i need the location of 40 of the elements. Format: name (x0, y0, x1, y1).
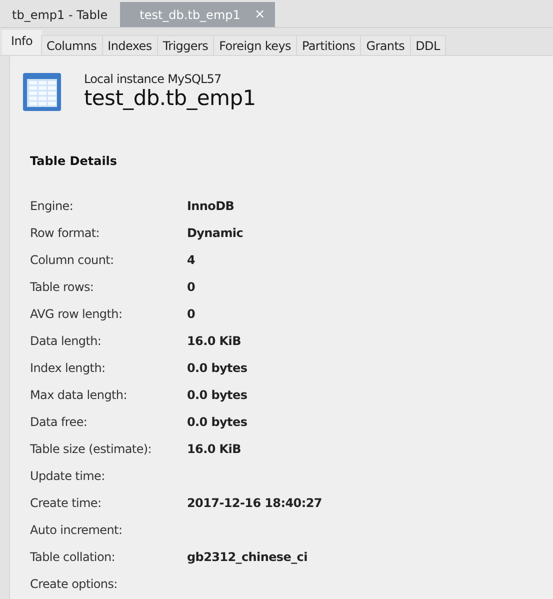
field-label: AVG row length: (30, 306, 124, 323)
field-label: Auto increment: (30, 522, 124, 539)
tab[interactable]: Grants (360, 35, 411, 55)
field-label: Update time: (30, 468, 106, 485)
field-label: Table collation: (30, 549, 116, 566)
field-value: gb2312_chinese_ci (187, 549, 308, 566)
field-label: Row format: (30, 225, 101, 242)
field-label: Data length: (30, 333, 102, 350)
field-label: Data free: (30, 414, 88, 431)
field-value: 16.0 KiB (187, 333, 242, 350)
field-label: Column count: (30, 252, 115, 269)
table-name: test_db.tb_emp1 (84, 86, 256, 110)
field-value: 0 (187, 306, 196, 323)
tab[interactable]: Triggers (156, 35, 214, 55)
field-value: 0.0 bytes (187, 360, 248, 377)
section-title: Table Details (30, 154, 118, 168)
field-label: Index length: (30, 360, 106, 377)
tab[interactable]: Indexes (102, 35, 158, 55)
tab[interactable]: Info (2, 30, 42, 55)
field-label: Table rows: (30, 279, 95, 296)
connection-label: Local instance MySQL57 (84, 72, 222, 86)
table-icon (22, 72, 62, 112)
field-value: 4 (187, 252, 196, 269)
field-value: 0 (187, 279, 196, 296)
tab[interactable]: Partitions (296, 35, 362, 55)
field-value: 16.0 KiB (187, 441, 242, 458)
field-label: Create time: (30, 495, 102, 512)
field-value: 0.0 bytes (187, 414, 248, 431)
tab[interactable]: Columns (40, 35, 103, 55)
field-label: Create options: (30, 576, 118, 593)
field-label: Engine: (30, 198, 74, 215)
field-label: Max data length: (30, 387, 128, 404)
field-value: 0.0 bytes (187, 387, 248, 404)
field-label: Table size (estimate): (30, 441, 153, 458)
tab[interactable]: DDL (410, 35, 446, 55)
field-value: InnoDB (187, 198, 236, 215)
field-value: 2017-12-16 18:40:27 (187, 495, 322, 512)
document-tab[interactable]: tb_emp1 - Table (0, 2, 120, 27)
tab[interactable]: Foreign keys (213, 35, 297, 55)
field-value: Dynamic (187, 225, 244, 242)
